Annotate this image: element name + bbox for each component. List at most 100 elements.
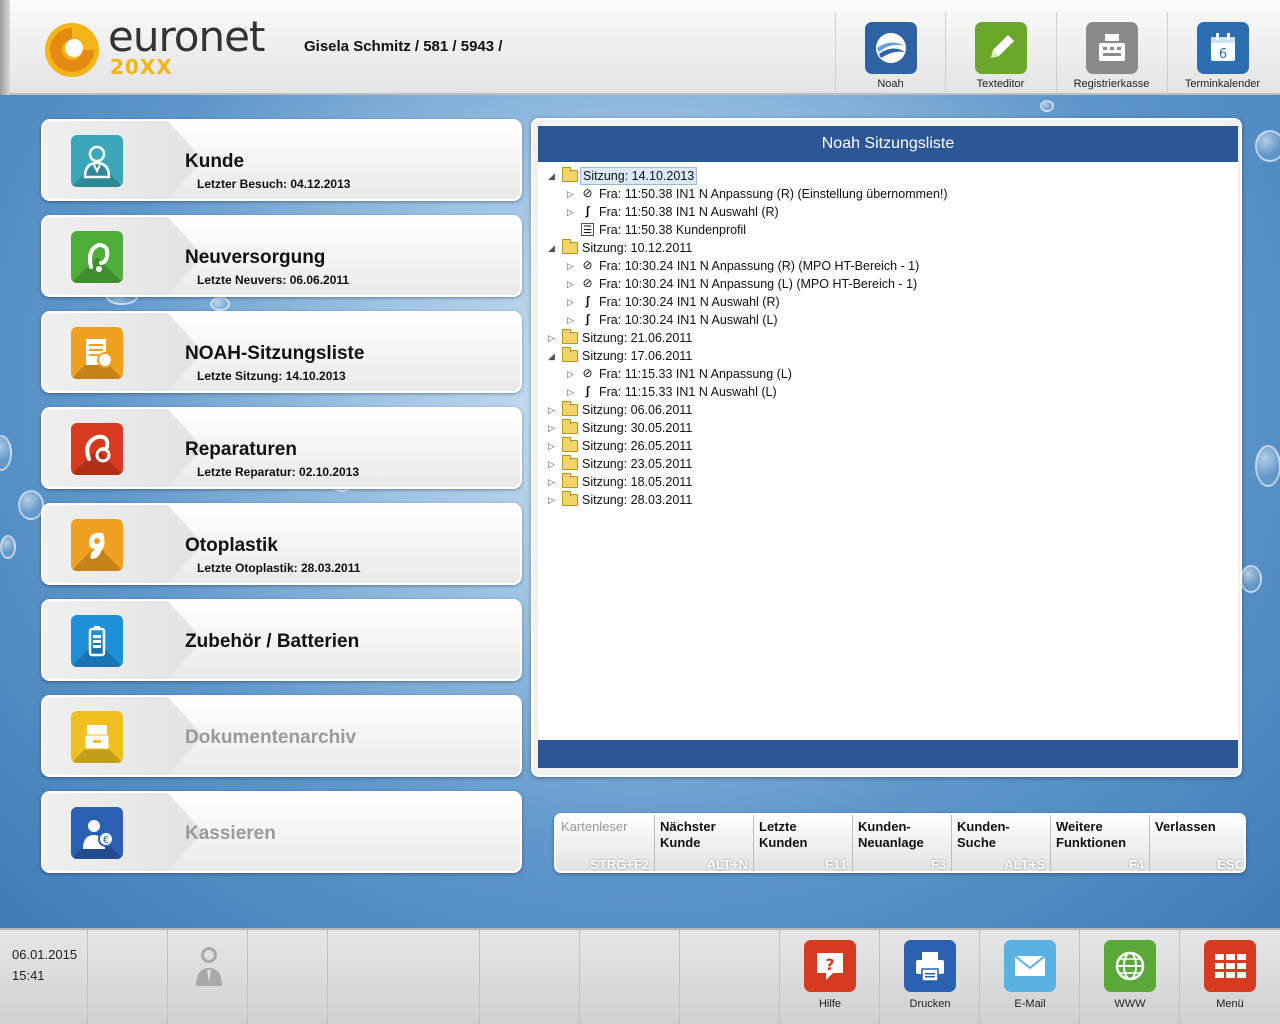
email-button[interactable]: E-Mail [980, 930, 1080, 1024]
tree-item-label: Sitzung: 21.06.2011 [582, 331, 693, 345]
drucken-button[interactable]: Drucken [880, 930, 980, 1024]
current-customer: Gisela Schmitz / 581 / 5943 / [304, 38, 503, 55]
card-title: Kassieren [185, 823, 276, 844]
verlassen-button[interactable]: Verlassen ESC [1150, 815, 1244, 871]
fkey-label: Letzte Kunden [759, 819, 808, 850]
tree-item-label: Sitzung: 23.05.2011 [582, 457, 693, 471]
session-entry-row[interactable]: ▷ ʃ Fra: 10:30.24 IN1 N Auswahl (R) [567, 293, 1218, 311]
fkey-shortcut: ALT+S [1004, 857, 1045, 872]
weitere-funktionen-button[interactable]: Weitere Funktionen F4 [1051, 815, 1150, 871]
card-noah-sitzungsliste[interactable]: NOAH-Sitzungsliste Letzte Sitzung: 14.10… [41, 311, 522, 393]
tree-item-label: Fra: 11:50.38 Kundenprofil [599, 223, 747, 237]
session-folder-row[interactable]: ▷ Sitzung: 23.05.2011 [548, 455, 1218, 473]
session-entry-row[interactable]: ▷ ⊘ Fra: 11:15.33 IN1 N Anpassung (L) [567, 365, 1218, 383]
letzte-kunden-button[interactable]: Letzte Kunden F11 [754, 815, 853, 871]
kunden-suche-button[interactable]: Kunden- Suche ALT+S [952, 815, 1051, 872]
card-dokumentenarchiv[interactable]: Dokumentenarchiv [41, 695, 522, 777]
kunden-neuanlage-button[interactable]: Kunden- Neuanlage F3 [853, 815, 952, 871]
hilfe-button[interactable]: ? Hilfe [780, 930, 880, 1024]
session-entry-row[interactable]: ▷ ʃ Fra: 10:30.24 IN1 N Auswahl (L) [567, 311, 1218, 329]
menu-button[interactable]: Menü [1180, 930, 1280, 1024]
expand-arrow-icon[interactable]: ▷ [548, 455, 558, 473]
folder-icon [562, 401, 578, 416]
tree-item-label: Sitzung: 28.03.2011 [582, 493, 693, 507]
session-folder-row[interactable]: ◢ Sitzung: 17.06.2011 [548, 347, 1218, 365]
terminkalender-button[interactable]: 6 Terminkalender [1167, 12, 1277, 94]
expand-arrow-icon[interactable]: ▷ [548, 329, 558, 347]
folder-icon [562, 437, 578, 452]
kartenleser-button[interactable]: Kartenleser STRG+F2 [556, 815, 655, 872]
card-icon-cell [43, 601, 203, 679]
expand-arrow-icon[interactable]: ▷ [567, 185, 577, 203]
card-title: Dokumentenarchiv [185, 727, 357, 748]
expand-arrow-icon[interactable]: ▷ [567, 203, 577, 221]
noah-button[interactable]: Noah [835, 12, 945, 94]
hearing-aid-icon: ʃ [585, 312, 590, 326]
card-neuversorgung[interactable]: Neuversorgung Letzte Neuvers: 06.06.2011 [41, 215, 522, 297]
tree-item-label: Sitzung: 26.05.2011 [582, 439, 693, 453]
expand-arrow-icon[interactable]: ▷ [567, 293, 577, 311]
session-folder-row[interactable]: ◢ Sitzung: 14.10.2013 [548, 167, 1218, 185]
session-folder-row[interactable]: ▷ Sitzung: 26.05.2011 [548, 437, 1218, 455]
expand-arrow-icon[interactable]: ▷ [567, 365, 577, 383]
expand-arrow-icon[interactable]: ▷ [567, 311, 577, 329]
expand-arrow-icon[interactable]: ▷ [567, 383, 577, 401]
card-zubehoer-batterien[interactable]: Zubehör / Batterien [41, 599, 522, 681]
open-folder-icon [562, 239, 578, 254]
session-folder-row[interactable]: ▷ Sitzung: 06.06.2011 [548, 401, 1218, 419]
session-folder-row[interactable]: ▷ Sitzung: 21.06.2011 [548, 329, 1218, 347]
expand-arrow-icon[interactable]: ▷ [567, 275, 577, 293]
open-folder-icon [562, 167, 578, 182]
expand-arrow-icon[interactable]: ▷ [548, 401, 558, 419]
tree-item-label: Fra: 11:15.33 IN1 N Auswahl (L) [599, 385, 777, 399]
session-entry-row[interactable]: ▷ ʃ Fra: 11:15.33 IN1 N Auswahl (L) [567, 383, 1218, 401]
help-icon: ? [804, 940, 856, 992]
tree-item-label: Sitzung: 17.06.2011 [582, 349, 693, 363]
texteditor-label: Texteditor [976, 78, 1025, 90]
session-entry-row[interactable]: ☰ Fra: 11:50.38 Kundenprofil [567, 221, 1218, 239]
fitting-icon: ⊘ [582, 366, 593, 380]
session-folder-row[interactable]: ▷ Sitzung: 30.05.2011 [548, 419, 1218, 437]
datetime-cell: 06.01.2015 15:41 [0, 930, 88, 1024]
tree-item-label: Fra: 11:50.38 IN1 N Auswahl (R) [599, 205, 779, 219]
menu-label: Menü [1216, 998, 1244, 1010]
terminkalender-label: Terminkalender [1184, 78, 1261, 90]
session-folder-row[interactable]: ◢ Sitzung: 10.12.2011 [548, 239, 1218, 257]
collapse-arrow-icon[interactable]: ◢ [548, 167, 558, 185]
user-cell[interactable] [168, 930, 248, 1024]
expand-arrow-icon[interactable]: ▷ [548, 419, 558, 437]
session-entry-row[interactable]: ▷ ʃ Fra: 11:50.38 IN1 N Auswahl (R) [567, 203, 1218, 221]
expand-arrow-icon[interactable]: ▷ [567, 257, 577, 275]
session-entry-row[interactable]: ▷ ⊘ Fra: 11:50.38 IN1 N Anpassung (R) (Ein… [567, 185, 1218, 203]
registrierkasse-button[interactable]: Registrierkasse [1056, 12, 1166, 94]
tree-item-label: Fra: 11:15.33 IN1 N Anpassung (L) [599, 367, 792, 381]
session-tree[interactable]: ◢ Sitzung: 14.10.2013 ▷ ⊘ Fra: 11:50.38 IN1 … [538, 162, 1238, 740]
expand-arrow-icon[interactable]: ▷ [548, 437, 558, 455]
cashier-icon: € [71, 807, 123, 859]
collapse-arrow-icon[interactable]: ◢ [548, 347, 558, 365]
session-folder-row[interactable]: ▷ Sitzung: 28.03.2011 [548, 491, 1218, 509]
card-kunde[interactable]: Kunde Letzter Besuch: 04.12.2013 [41, 119, 522, 201]
session-entry-row[interactable]: ▷ ⊘ Fra: 10:30.24 IN1 N Anpassung (L) (MPO… [567, 275, 1218, 293]
card-kassieren[interactable]: € Kassieren [41, 791, 522, 873]
card-otoplastik[interactable]: Otoplastik Letzte Otoplastik: 28.03.2011 [41, 503, 522, 585]
expand-arrow-icon[interactable]: ▷ [548, 473, 558, 491]
tree-item-label: Fra: 10:30.24 IN1 N Anpassung (R) (MPO H… [599, 259, 920, 273]
card-subtitle: Letzter Besuch: 04.12.2013 [197, 177, 351, 191]
bottom-bar: 06.01.2015 15:41 ? Hilfe Drucken E-Mail … [0, 928, 1280, 1024]
card-subtitle: Letzte Otoplastik: 28.03.2011 [197, 561, 361, 575]
empty-cell [328, 930, 480, 1024]
collapse-arrow-icon[interactable]: ◢ [548, 239, 558, 257]
card-subtitle: Letzte Reparatur: 02.10.2013 [197, 465, 360, 479]
fkey-shortcut: STRG+F2 [590, 857, 649, 872]
texteditor-button[interactable]: Texteditor [945, 12, 1055, 94]
naechster-kunde-button[interactable]: Nächster Kunde ALT+N [655, 815, 754, 871]
www-button[interactable]: WWW [1080, 930, 1180, 1024]
expand-arrow-icon[interactable]: ▷ [548, 491, 558, 509]
card-reparaturen[interactable]: Reparaturen Letzte Reparatur: 02.10.2013 [41, 407, 522, 489]
hearing-aid-icon: ʃ [585, 294, 590, 308]
session-entry-row[interactable]: ▷ ⊘ Fra: 10:30.24 IN1 N Anpassung (R) (MPO… [567, 257, 1218, 275]
globe-icon [1104, 940, 1156, 992]
fitting-icon: ⊘ [582, 258, 593, 272]
session-folder-row[interactable]: ▷ Sitzung: 18.05.2011 [548, 473, 1218, 491]
